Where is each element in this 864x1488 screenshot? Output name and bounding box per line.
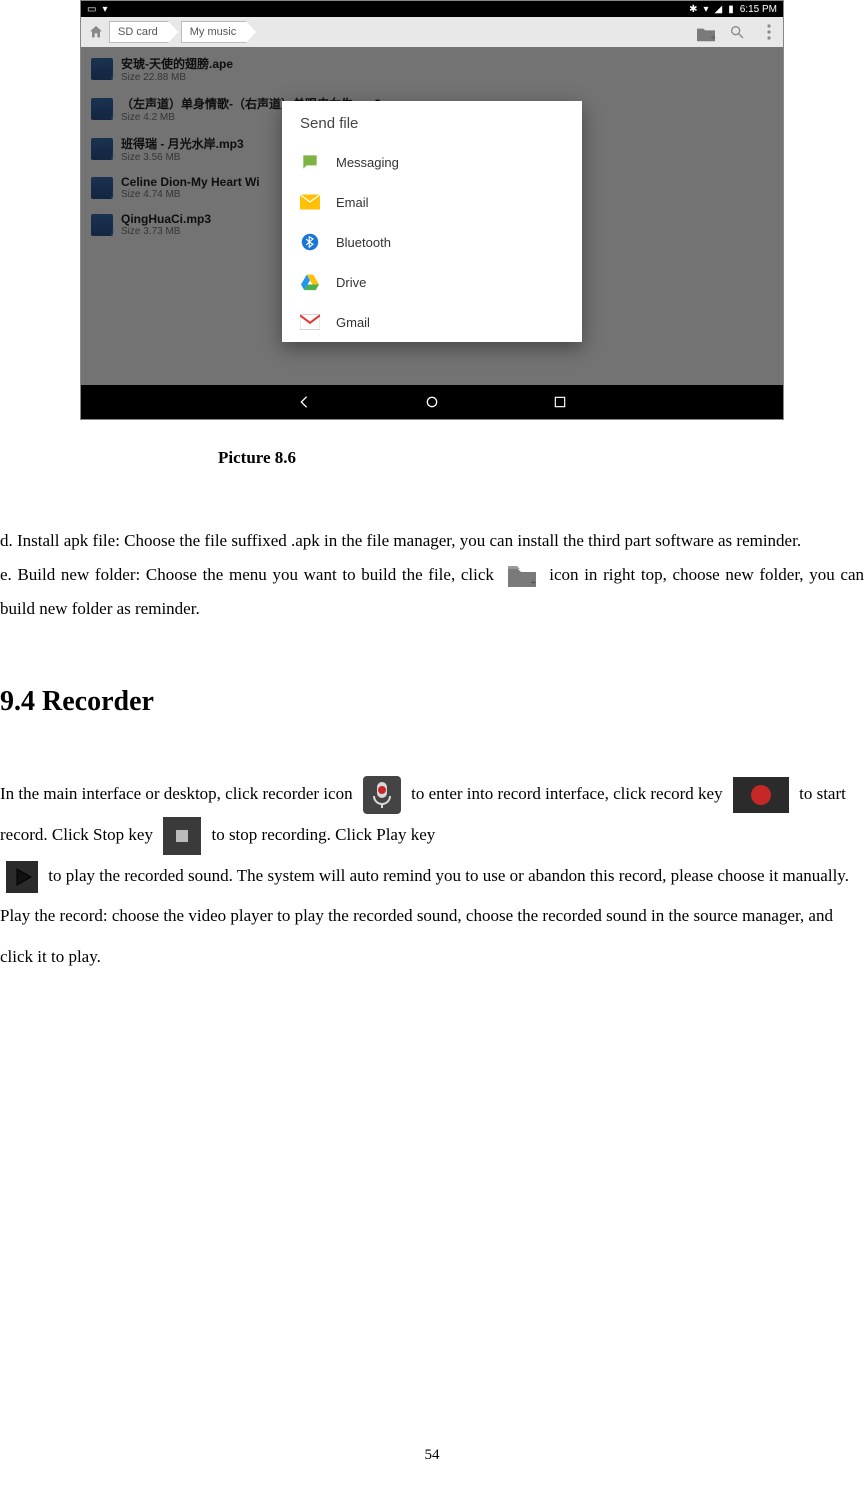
svg-text:+: +	[711, 32, 716, 42]
recent-apps-button[interactable]	[551, 393, 569, 411]
recorder-app-icon	[363, 776, 401, 814]
play-button-icon	[6, 861, 38, 893]
search-icon[interactable]	[729, 24, 745, 40]
rec-t4: to stop recording. Click Play key	[211, 825, 435, 844]
share-option-messaging[interactable]: Messaging	[282, 142, 582, 182]
section-heading: 9.4 Recorder	[0, 686, 864, 718]
share-option-label: Gmail	[336, 315, 370, 330]
stop-button-icon	[163, 817, 201, 855]
share-option-bluetooth[interactable]: Bluetooth	[282, 222, 582, 262]
page-number: 54	[0, 1447, 864, 1464]
rec-t1: In the main interface or desktop, click …	[0, 784, 357, 803]
paragraph-d: d. Install apk file: Choose the file suf…	[0, 524, 864, 558]
home-button[interactable]	[423, 393, 441, 411]
bluetooth-icon	[300, 232, 320, 252]
messaging-icon	[300, 152, 320, 172]
home-icon[interactable]	[87, 23, 105, 41]
dialog-title: Send file	[282, 101, 582, 142]
overflow-menu-icon[interactable]	[761, 24, 777, 40]
rec-t2: to enter into record interface, click re…	[411, 784, 727, 803]
new-folder-inline-icon: +	[506, 563, 538, 589]
breadcrumb-sd-card[interactable]: SD card	[109, 21, 169, 43]
drive-icon	[300, 272, 320, 292]
email-icon	[300, 192, 320, 212]
file-manager-toolbar: SD card My music +	[81, 17, 783, 47]
battery-icon: ▮	[728, 4, 734, 15]
svg-text:+: +	[530, 577, 536, 589]
figure-caption: Picture 8.6	[218, 448, 864, 468]
back-button[interactable]	[295, 393, 313, 411]
new-folder-icon[interactable]: +	[695, 25, 713, 39]
share-option-gmail[interactable]: Gmail	[282, 302, 582, 342]
share-option-label: Messaging	[336, 155, 399, 170]
status-time: 6:15 PM	[740, 4, 777, 15]
android-status-bar: ▭ ▾ ✱ ▾ ◢ ▮ 6:15 PM	[81, 1, 783, 17]
paragraph-e: e. Build new folder: Choose the menu you…	[0, 558, 864, 626]
breadcrumb-my-music[interactable]: My music	[181, 21, 247, 43]
android-nav-bar	[81, 385, 783, 419]
share-option-label: Email	[336, 195, 369, 210]
file-list-backdrop: 安琥-天使的翅膀.ape Size 22.88 MB （左声道）单身情歌-（右声…	[81, 47, 783, 385]
bluetooth-icon: ✱	[689, 4, 697, 15]
wifi-icon: ▾	[704, 4, 709, 15]
share-option-label: Drive	[336, 275, 366, 290]
signal-icon: ◢	[715, 4, 723, 15]
share-option-label: Bluetooth	[336, 235, 391, 250]
notif-icon: ▾	[102, 4, 107, 15]
send-file-dialog: Send file Messaging Email	[282, 101, 582, 342]
notif-icon: ▭	[87, 4, 96, 15]
screenshot-figure: ▭ ▾ ✱ ▾ ◢ ▮ 6:15 PM SD card My music +	[80, 0, 784, 420]
record-button-icon	[733, 777, 789, 813]
para-e-text-1: e. Build new folder: Choose the menu you…	[0, 565, 500, 584]
recorder-paragraph: In the main interface or desktop, click …	[0, 774, 864, 978]
share-option-drive[interactable]: Drive	[282, 262, 582, 302]
rec-t6: Play the record: choose the video player…	[0, 906, 833, 966]
gmail-icon	[300, 312, 320, 332]
rec-t5: to play the recorded sound. The system w…	[48, 866, 849, 885]
share-option-email[interactable]: Email	[282, 182, 582, 222]
